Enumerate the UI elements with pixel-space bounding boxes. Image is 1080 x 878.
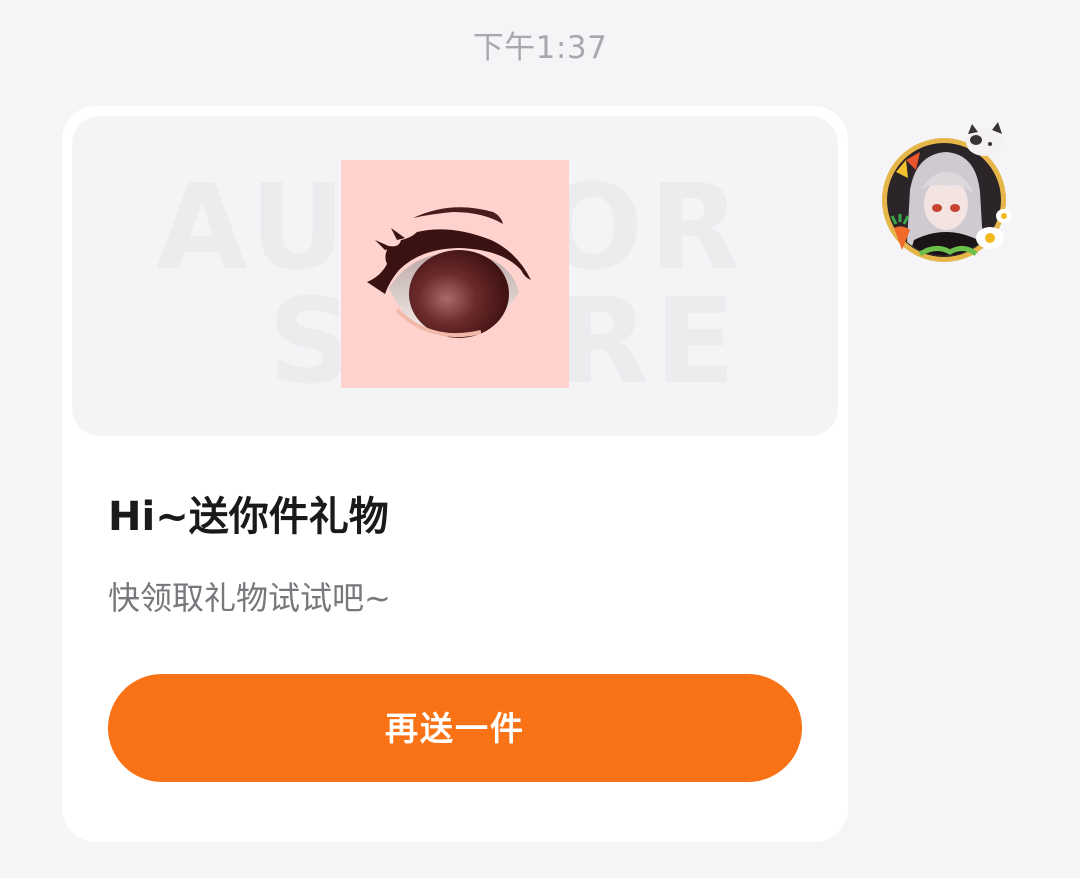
message-timestamp: 下午1:37	[472, 30, 608, 66]
gift-subtitle: 快领取礼物试试吧~	[108, 579, 391, 617]
chat-screen: 下午1:37 AUTHOR SCORE	[0, 0, 1080, 878]
send-another-button[interactable]: 再送一件	[108, 674, 802, 782]
anime-eye-icon	[341, 160, 569, 388]
gift-preview-area: AUTHOR SCORE	[72, 116, 838, 436]
anime-character-avatar[interactable]	[880, 120, 1030, 270]
gift-title: Hi~送你件礼物	[108, 494, 389, 540]
gift-message-card[interactable]: AUTHOR SCORE	[62, 106, 848, 842]
